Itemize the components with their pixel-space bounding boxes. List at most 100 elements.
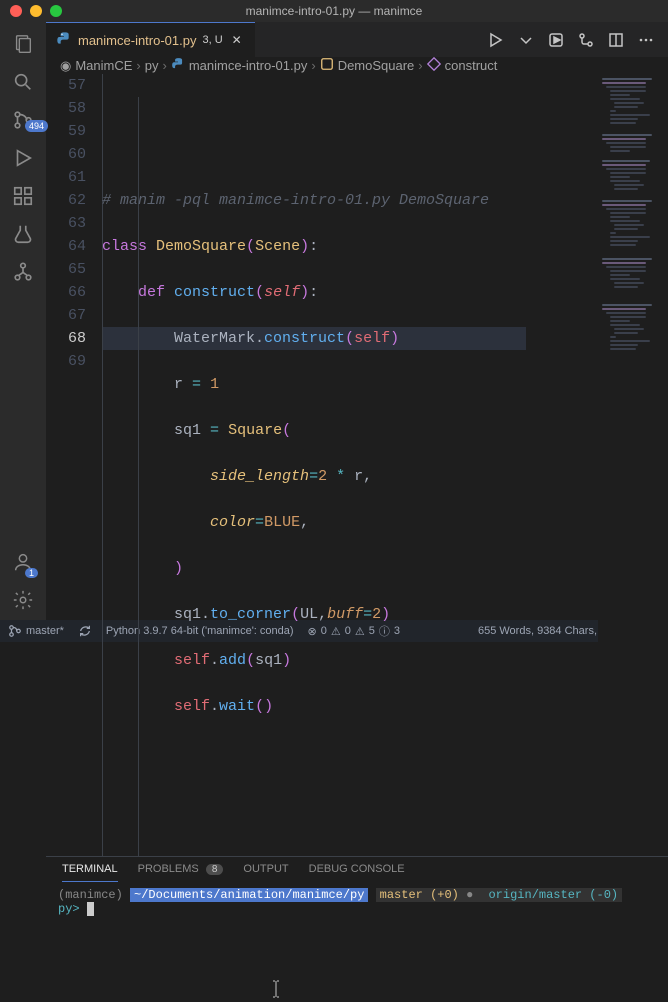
terminal-path: ~/Documents/animation/manimce/py (130, 888, 368, 902)
python-file-icon (56, 31, 72, 50)
chevron-right-icon: › (418, 58, 422, 73)
terminal-env: (manimce) (58, 888, 123, 902)
code-token: ( (282, 422, 291, 439)
code-token: color (210, 514, 255, 531)
settings-gear-icon[interactable] (11, 588, 35, 612)
chevron-down-icon[interactable] (518, 32, 534, 48)
code-token: UL (300, 606, 318, 623)
activity-bar: 494 1 (0, 22, 46, 620)
accounts-icon[interactable]: 1 (11, 550, 35, 574)
crumb-class[interactable]: DemoSquare (338, 58, 415, 73)
text-cursor-icon (268, 979, 284, 1002)
traffic-lights (10, 5, 62, 17)
code-token: . (210, 698, 219, 715)
code-token: ( (246, 652, 255, 669)
panel-tabs: TERMINAL PROBLEMS 8 OUTPUT DEBUG CONSOLE (46, 857, 668, 882)
code-token: = (309, 468, 318, 485)
crumb-folder[interactable]: py (145, 58, 159, 73)
code-token: self (174, 698, 210, 715)
code-token: * (336, 468, 345, 485)
code-token: ) (174, 560, 183, 577)
code-token: self (264, 284, 300, 301)
class-symbol-icon (320, 57, 334, 74)
minimize-window-icon[interactable] (30, 5, 42, 17)
run-debug-icon[interactable] (11, 146, 35, 170)
chevron-right-icon: › (136, 58, 140, 73)
code-token: : (309, 238, 318, 255)
code-token: WaterMark (174, 330, 255, 347)
remote-tree-icon[interactable] (11, 260, 35, 284)
code-area[interactable]: # manim -pql manimce-intro-01.py DemoSqu… (102, 74, 598, 856)
code-token: . (255, 330, 264, 347)
minimap[interactable] (598, 74, 668, 856)
code-token: class (102, 238, 147, 255)
code-token: 2 (318, 468, 327, 485)
code-token: ) (264, 698, 273, 715)
terminal-remote: origin/master (-0) (484, 888, 622, 902)
code-token: buff (327, 606, 363, 623)
code-token: def (138, 284, 165, 301)
terminal-branch: master (+0) ● (376, 888, 485, 902)
code-token: , (318, 606, 327, 623)
testing-icon[interactable] (11, 222, 35, 246)
code-token: . (210, 652, 219, 669)
explorer-icon[interactable] (11, 32, 35, 56)
code-token: ( (246, 238, 255, 255)
code-token: sq1 (174, 422, 201, 439)
code-token: self (174, 652, 210, 669)
code-token: ) (300, 238, 309, 255)
code-token: self (354, 330, 390, 347)
code-token: 1 (210, 376, 219, 393)
code-token: r (174, 376, 183, 393)
crumb-folder[interactable]: ManimCE (75, 58, 132, 73)
terminal[interactable]: (manimce) ~/Documents/animation/manimce/… (46, 882, 668, 922)
method-symbol-icon (427, 57, 441, 74)
code-token: sq1 (174, 606, 201, 623)
accounts-badge: 1 (25, 568, 38, 578)
zoom-window-icon[interactable] (50, 5, 62, 17)
panel-tab-terminal[interactable]: TERMINAL (62, 863, 118, 882)
terminal-cursor (87, 902, 94, 916)
close-window-icon[interactable] (10, 5, 22, 17)
editor[interactable]: 57 58 59 60 61 62 63 64 65 66 67 68 69 (46, 74, 668, 856)
code-token: = (192, 376, 201, 393)
tab-close-icon[interactable]: ✕ (229, 33, 245, 47)
code-token: = (210, 422, 219, 439)
split-editor-icon[interactable] (608, 32, 624, 48)
code-token: add (219, 652, 246, 669)
crumb-home-icon: ◉ (60, 58, 71, 74)
code-token: , (363, 468, 372, 485)
panel-tab-problems[interactable]: PROBLEMS 8 (138, 863, 224, 882)
search-icon[interactable] (11, 70, 35, 94)
more-actions-icon[interactable] (638, 32, 654, 48)
code-token: # manim -pql manimce-intro-01.py DemoSqu… (102, 192, 489, 209)
gutter: 57 58 59 60 61 62 63 64 65 66 67 68 69 (46, 74, 102, 856)
code-token: Scene (255, 238, 300, 255)
panel-tab-output[interactable]: OUTPUT (243, 863, 288, 882)
code-token: ( (255, 698, 264, 715)
code-token: ( (345, 330, 354, 347)
code-token: side_length (210, 468, 309, 485)
panel-tab-debug[interactable]: DEBUG CONSOLE (309, 863, 405, 882)
breadcrumb[interactable]: ◉ ManimCE › py › manimce-intro-01.py › D… (46, 57, 668, 74)
run-file-icon[interactable] (488, 32, 504, 48)
code-token: wait (219, 698, 255, 715)
tab-file[interactable]: manimce-intro-01.py 3, U ✕ (46, 22, 255, 57)
code-token: sq1 (255, 652, 282, 669)
source-control-icon[interactable]: 494 (11, 108, 35, 132)
run-cell-icon[interactable] (548, 32, 564, 48)
crumb-file[interactable]: manimce-intro-01.py (189, 58, 308, 73)
extensions-icon[interactable] (11, 184, 35, 208)
crumb-method[interactable]: construct (445, 58, 498, 73)
scm-badge: 494 (25, 120, 48, 132)
diff-icon[interactable] (578, 32, 594, 48)
terminal-prompt: py> (58, 902, 80, 916)
code-token: = (363, 606, 372, 623)
code-token: 2 (372, 606, 381, 623)
code-token: DemoSquare (156, 238, 246, 255)
code-token: BLUE (264, 514, 300, 531)
tab-filename: manimce-intro-01.py (78, 33, 197, 48)
window-title: manimce-intro-01.py — manimce (246, 4, 423, 18)
code-token: construct (264, 330, 345, 347)
code-token: ) (390, 330, 399, 347)
